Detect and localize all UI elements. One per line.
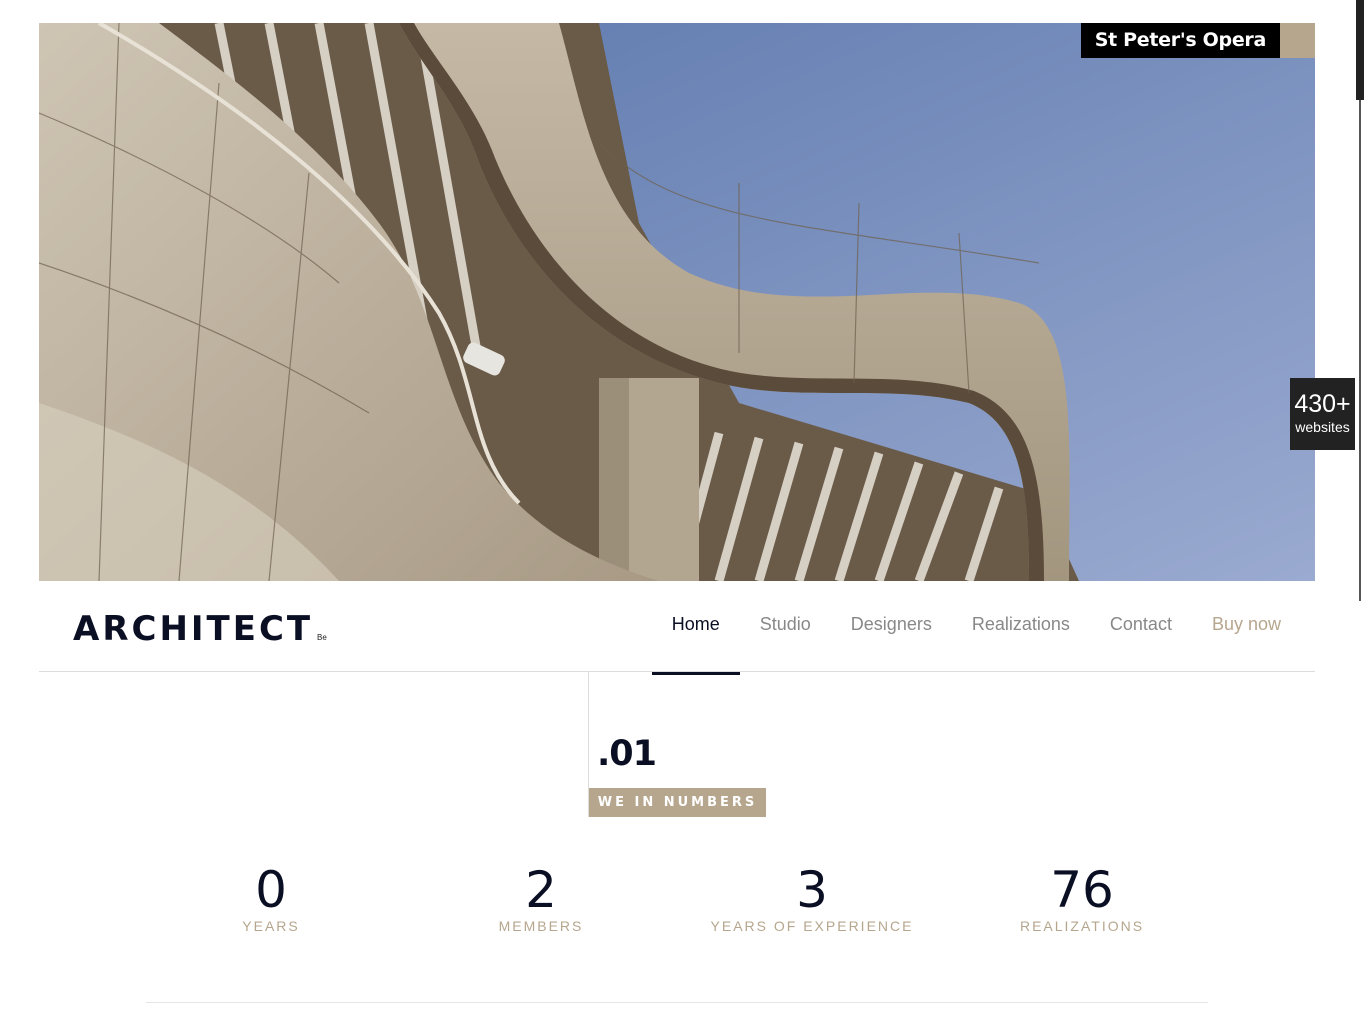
logo-suffix: Be (317, 633, 327, 642)
nav-item-contact[interactable]: Contact (1110, 614, 1172, 635)
nav-item-designers[interactable]: Designers (851, 614, 932, 635)
hero-caption: St Peter's Opera (1080, 23, 1280, 58)
main-nav: Home Studio Designers Realizations Conta… (651, 614, 1281, 675)
nav-item-studio[interactable]: Studio (760, 614, 811, 635)
section-number: .01 (597, 734, 657, 774)
scrollbar-thumb[interactable] (1356, 0, 1364, 100)
stat-value: 3 (796, 861, 828, 919)
stat-label: REALIZATIONS (1019, 918, 1145, 934)
nav-item-home[interactable]: Home (651, 614, 740, 675)
hero-image: St Peter's Opera (39, 23, 1315, 581)
section-label: WE IN NUMBERS (589, 788, 766, 817)
stat-value: 2 (525, 861, 557, 919)
nav-item-realizations[interactable]: Realizations (972, 614, 1070, 635)
stat-experience: 3 YEARS OF EXPERIENCE (692, 856, 932, 934)
stat-years: 0 YEARS (151, 856, 391, 934)
building-photo (39, 23, 1315, 581)
stat-value: 76 (1050, 861, 1114, 919)
caption-accent-tab (1280, 23, 1315, 58)
section-bottom-divider (146, 1002, 1208, 1003)
stat-label: YEARS (242, 918, 300, 934)
site-header: ARCHITECT Be Home Studio Designers Reali… (39, 581, 1315, 675)
websites-badge[interactable]: 430+ websites (1290, 378, 1355, 450)
page-scrollbar[interactable] (1355, 0, 1365, 601)
stat-members: 2 MEMBERS (421, 856, 661, 934)
page: St Peter's Opera ARCHITECT Be Home Studi… (0, 0, 1365, 1017)
scrollbar-track[interactable] (1359, 100, 1361, 601)
site-logo[interactable]: ARCHITECT (73, 609, 313, 649)
badge-label: websites (1295, 419, 1350, 435)
badge-value: 430+ (1294, 390, 1351, 418)
stat-label: MEMBERS (498, 918, 584, 934)
stat-value: 0 (255, 861, 287, 919)
stat-label: YEARS OF EXPERIENCE (710, 918, 914, 934)
nav-item-buy-now[interactable]: Buy now (1212, 614, 1281, 635)
stat-realizations: 76 REALIZATIONS (962, 856, 1202, 934)
